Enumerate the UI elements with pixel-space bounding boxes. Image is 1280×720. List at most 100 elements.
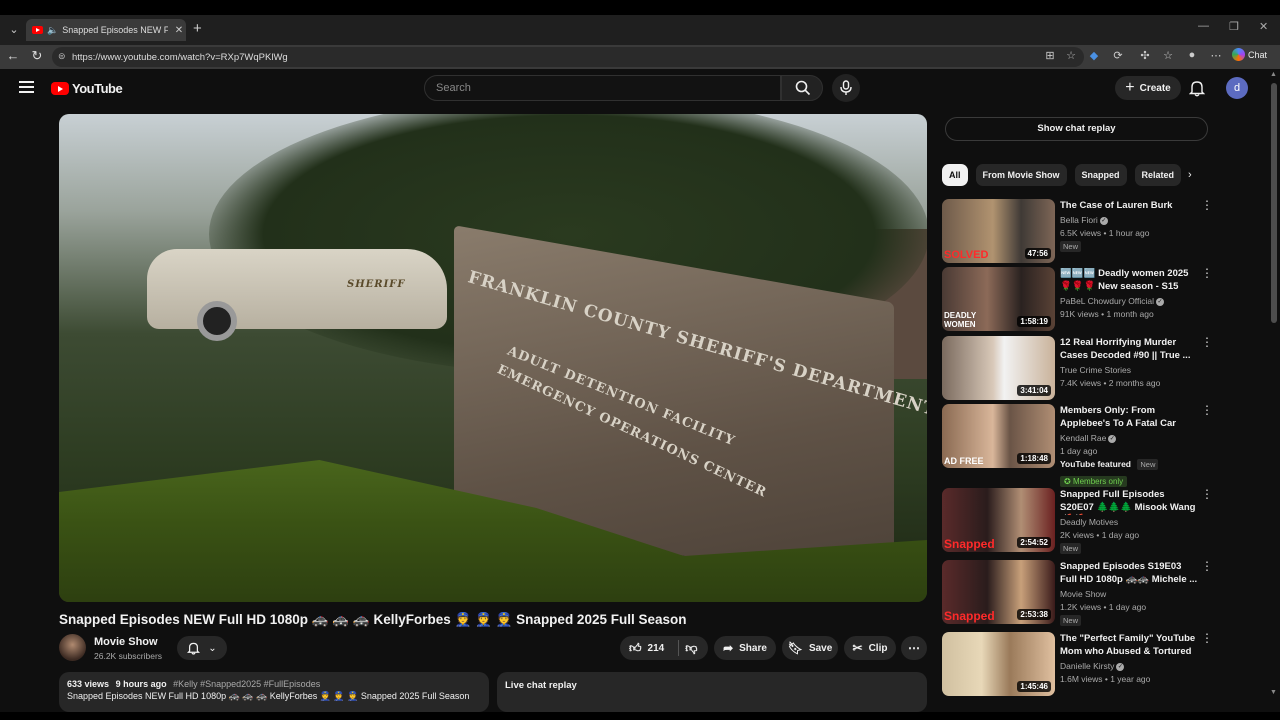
menu-icon[interactable] <box>19 81 34 93</box>
app-available-icon[interactable]: ⊞ <box>1042 49 1058 62</box>
video-title[interactable]: Snapped Full Episodes S20E07 🌲🌲🌲 Misook … <box>1060 489 1200 515</box>
video-thumbnail[interactable]: Snapped 2:54:52 <box>942 488 1055 552</box>
video-title[interactable]: Members Only: From Applebee's To A Fatal… <box>1060 405 1200 431</box>
video-title[interactable]: 12 Real Horrifying Murder Cases Decoded … <box>1060 337 1200 362</box>
recommended-video[interactable]: SOLVED 47:56 The Case of Lauren Burk Bel… <box>942 199 1213 265</box>
like-button[interactable]: 👍︎ 214 <box>629 641 664 656</box>
thumbs-down-icon[interactable]: 👎︎ <box>685 641 697 656</box>
new-tab-icon[interactable]: + <box>193 20 202 37</box>
youtube-logo[interactable]: YouTube <box>51 81 123 96</box>
channel-name[interactable]: Kendall Rae <box>1060 433 1106 443</box>
channel-name[interactable]: Movie Show <box>94 636 158 648</box>
more-vertical-icon[interactable]: ⋮ <box>1201 199 1213 211</box>
recommended-video[interactable]: 1:45:46 The "Perfect Family" YouTube Mom… <box>942 632 1213 698</box>
puzzle-extension-icon[interactable]: ✣ <box>1137 49 1153 62</box>
account-avatar[interactable]: d <box>1226 77 1248 99</box>
channel-avatar[interactable] <box>59 634 86 661</box>
search-input[interactable]: Search <box>424 75 781 101</box>
video-thumbnail[interactable]: 1:45:46 <box>942 632 1055 696</box>
video-thumbnail[interactable]: 3:41:04 <box>942 336 1055 400</box>
video-frame-car: SHERIFF <box>147 249 447 341</box>
voice-search-button[interactable] <box>832 74 860 102</box>
browser-tab-active[interactable]: 🔈 Snapped Episodes NEW Full H ✕ <box>26 19 186 41</box>
channel-name[interactable]: Movie Show <box>1060 589 1106 599</box>
page-scrollbar[interactable]: ▲ ▼ <box>1268 69 1280 720</box>
recommended-video[interactable]: Snapped 2:54:52 Snapped Full Episodes S2… <box>942 488 1213 554</box>
share-button[interactable]: ➦ Share <box>714 636 776 660</box>
favorite-star-icon[interactable]: ☆ <box>1066 49 1076 62</box>
description-snippet: Snapped Episodes NEW Full HD 1080p 🚓 🚓 🚓… <box>67 691 470 701</box>
more-vertical-icon[interactable]: ⋮ <box>1201 336 1213 348</box>
back-icon[interactable]: ← <box>4 48 22 63</box>
chip-related[interactable]: Related <box>1134 164 1182 186</box>
show-chat-replay-button[interactable]: Show chat replay <box>945 117 1208 141</box>
tab-close-icon[interactable]: ✕ <box>172 25 186 36</box>
more-vertical-icon[interactable]: ⋮ <box>1201 267 1213 279</box>
video-player[interactable]: SHERIFF FRANKLIN COUNTY SHERIFF'S DEPART… <box>59 114 927 602</box>
hashtags[interactable]: #Kelly #Snapped2025 #FullEpisodes <box>173 679 320 689</box>
live-chat-label: Live chat replay <box>505 680 577 691</box>
search-button[interactable] <box>781 75 823 101</box>
copilot-chat-button[interactable]: Chat <box>1232 48 1267 61</box>
maximize-icon[interactable]: ❐ <box>1229 20 1239 33</box>
more-vertical-icon[interactable]: ⋮ <box>1201 404 1213 416</box>
members-icon: ✪ <box>1064 477 1073 486</box>
recommended-video[interactable]: DEADLY WOMEN 1:58:19 🆕🆕🆕 Deadly women 20… <box>942 267 1213 333</box>
more-actions-button[interactable]: ⋯ <box>901 636 927 660</box>
scrollbar-thumb[interactable] <box>1271 83 1277 323</box>
search-icon <box>795 80 811 96</box>
youtube-header: YouTube Search + Create d <box>0 69 1268 107</box>
window-close-icon[interactable]: ✕ <box>1259 20 1268 33</box>
youtube-favicon-icon <box>32 26 43 34</box>
video-title[interactable]: The Case of Lauren Burk <box>1060 200 1200 213</box>
clip-button[interactable]: ✂ Clip <box>844 636 896 660</box>
video-thumbnail[interactable]: AD FREE 1:18:48 <box>942 404 1055 468</box>
filter-chips: All From Movie Show Snapped Related <box>942 164 1182 186</box>
video-title[interactable]: The "Perfect Family" YouTube Mom who Abu… <box>1060 633 1200 659</box>
profile-icon[interactable]: ● <box>1184 49 1200 61</box>
minimize-icon[interactable]: — <box>1198 20 1209 32</box>
scroll-up-icon[interactable]: ▲ <box>1270 71 1277 78</box>
chip-snapped[interactable]: Snapped <box>1074 164 1127 186</box>
video-title[interactable]: Snapped Episodes S19E03 Full HD 1080p 🚓🚓… <box>1060 561 1200 586</box>
more-vertical-icon[interactable]: ⋮ <box>1201 488 1213 500</box>
favorites-icon[interactable]: ☆ <box>1160 49 1176 62</box>
extension-icon[interactable]: ◆ <box>1086 49 1102 62</box>
reload-icon[interactable]: ↻ <box>28 48 46 64</box>
subscription-bell-button[interactable]: ⌄ <box>177 636 227 660</box>
create-button[interactable]: + Create <box>1115 76 1181 100</box>
video-thumbnail[interactable]: SOLVED 47:56 <box>942 199 1055 263</box>
create-label: Create <box>1139 82 1171 94</box>
speaker-icon[interactable]: 🔈 <box>47 25 58 36</box>
more-options-icon[interactable]: ⋯ <box>1208 49 1224 62</box>
video-thumbnail[interactable]: Snapped 2:53:38 <box>942 560 1055 624</box>
thumbnail-label: SOLVED <box>944 249 989 261</box>
refresh-extension-icon[interactable]: ⟳ <box>1110 49 1126 62</box>
live-chat-replay-panel[interactable]: Live chat replay <box>497 672 927 712</box>
more-vertical-icon[interactable]: ⋮ <box>1201 560 1213 572</box>
recommended-video[interactable]: AD FREE 1:18:48 Members Only: From Apple… <box>942 404 1213 487</box>
site-info-icon[interactable]: ⊜ <box>58 51 66 62</box>
tab-list-chevron-icon[interactable]: ⌄ <box>6 22 22 38</box>
channel-name[interactable]: PaBeL Chowdury Official <box>1060 296 1154 306</box>
video-title[interactable]: 🆕🆕🆕 Deadly women 2025 🌹🌹🌹 New season - S… <box>1060 268 1200 294</box>
address-bar[interactable]: ⊜ https://www.youtube.com/watch?v=RXp7Wq… <box>52 47 1084 67</box>
channel-name[interactable]: Deadly Motives <box>1060 517 1118 527</box>
save-button[interactable]: 🔖︎ Save <box>782 636 838 660</box>
verified-icon: ✓ <box>1099 216 1108 225</box>
scroll-down-icon[interactable]: ▼ <box>1270 689 1277 696</box>
more-vertical-icon[interactable]: ⋮ <box>1201 632 1213 644</box>
chip-all[interactable]: All <box>942 164 968 186</box>
recommended-video[interactable]: Snapped 2:53:38 Snapped Episodes S19E03 … <box>942 560 1213 626</box>
recommended-video[interactable]: 3:41:04 12 Real Horrifying Murder Cases … <box>942 336 1213 402</box>
notifications-bell-icon[interactable] <box>1188 79 1206 102</box>
chevron-right-icon[interactable]: › <box>1188 169 1192 181</box>
thumbnail-label: AD FREE <box>944 456 984 466</box>
channel-name[interactable]: Danielle Kirsty <box>1060 661 1114 671</box>
video-duration: 3:41:04 <box>1017 385 1051 396</box>
chip-from-channel[interactable]: From Movie Show <box>975 164 1067 186</box>
channel-name[interactable]: True Crime Stories <box>1060 365 1131 375</box>
video-thumbnail[interactable]: DEADLY WOMEN 1:58:19 <box>942 267 1055 331</box>
channel-name[interactable]: Bella Fiori <box>1060 215 1098 225</box>
description-box[interactable]: 633 views 9 hours ago #Kelly #Snapped202… <box>59 672 489 712</box>
